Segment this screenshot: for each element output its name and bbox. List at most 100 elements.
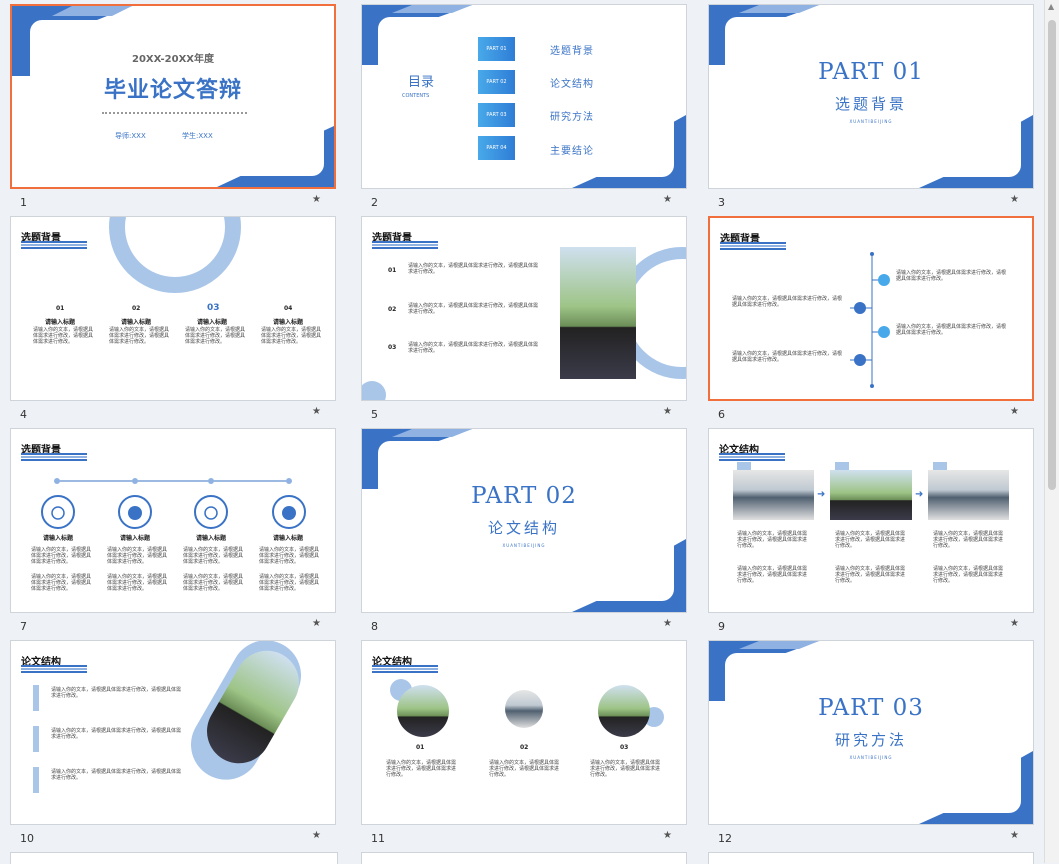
advisor-label: 导师:XXX <box>115 132 146 140</box>
vertical-scrollbar[interactable]: ▲ <box>1044 0 1059 863</box>
row-num-1: 01 <box>388 267 397 274</box>
icon-text-4: 请输入你的文本，请根据具体需求进行修改，请根据具体需求进行修改。 <box>259 547 320 565</box>
slide-canvas[interactable]: PART 03 研究方法 XUANTIBEIJING <box>708 640 1034 825</box>
col-num-1: 01 <box>416 744 425 751</box>
slide-canvas[interactable]: PART 01 选题背景 XUANTIBEIJING <box>708 4 1034 189</box>
star-icon[interactable]: ★ <box>312 406 321 417</box>
toc-part-03: PART 03 <box>478 103 515 127</box>
bullet-text-3: 请输入你的文本，请根据具体需求进行修改，请根据具体需求进行修改。 <box>51 769 182 781</box>
arrow-right-icon: ➜ <box>817 489 826 500</box>
icon-text-3: 请输入你的文本，请根据具体需求进行修改，请根据具体需求进行修改。 <box>183 547 244 565</box>
col-num-3: 03 <box>620 744 629 751</box>
slide-thumbnail-13[interactable] <box>10 852 338 864</box>
slide-thumbnail-6[interactable]: 选题背景 请输入你的文本，请根据具体需求进行修改，请根据具体需求进行修改。 请输… <box>708 216 1036 428</box>
part-subtitle: 选题背景 <box>834 95 907 113</box>
bullet-bar-3 <box>33 767 39 793</box>
col-num-2: 02 <box>132 305 141 312</box>
star-icon[interactable]: ★ <box>663 406 672 417</box>
step-text-3: 请输入你的文本，请根据具体需求进行修改，请根据具体需求进行修改。 <box>933 531 1004 549</box>
step-text-1: 请输入你的文本，请根据具体需求进行修改，请根据具体需求进行修改。 <box>737 531 808 549</box>
slide-canvas[interactable]: 选题背景 01 02 03 请输入你的文本，请根据具体需求进行修改，请根据具体需… <box>361 216 687 401</box>
slide-canvas[interactable]: 目录 CONTENTS PART 01 选题背景 PART 02 论文结构 PA… <box>361 4 687 189</box>
part-title: PART 03 <box>818 695 924 721</box>
slide-canvas[interactable]: 论文结构 请输入你的文本，请根据具体需求进行修改，请根据具体需求进行修改。 请输… <box>10 640 336 825</box>
slide-canvas[interactable]: 选题背景 请输入你的文本，请根据具体需求进行修改，请根据具体需求进行修改。 请输… <box>708 216 1034 401</box>
step-text-4: 请输入你的文本，请根据具体需求进行修改，请根据具体需求进行修改。 <box>737 566 808 584</box>
meeting-photo-1 <box>733 470 814 520</box>
slide-thumbnail-5[interactable]: 选题背景 01 02 03 请输入你的文本，请根据具体需求进行修改，请根据具体需… <box>361 216 689 428</box>
star-icon[interactable]: ★ <box>663 830 672 841</box>
star-icon[interactable]: ★ <box>663 618 672 629</box>
slide-number: 12 <box>718 832 732 845</box>
slide-number: 10 <box>20 832 34 845</box>
slide-thumbnail-12[interactable]: PART 03 研究方法 XUANTIBEIJING 12 ★ <box>708 640 1036 852</box>
row-num-3: 03 <box>388 344 397 351</box>
star-icon[interactable]: ★ <box>1010 830 1019 841</box>
col-text-1: 请输入你的文本，请根据具体需求进行修改，请根据具体需求进行修改。 <box>33 327 94 345</box>
slide-number: 8 <box>371 620 378 633</box>
step-text-5: 请输入你的文本，请根据具体需求进行修改，请根据具体需求进行修改。 <box>835 566 906 584</box>
part-title: PART 01 <box>818 59 924 85</box>
row-text-1: 请输入你的文本，请根据具体需求进行修改，请根据具体需求进行修改。 <box>408 263 539 275</box>
star-icon[interactable]: ★ <box>312 830 321 841</box>
star-icon[interactable]: ★ <box>663 194 672 205</box>
timeline-text-4: 请输入你的文本，请根据具体需求进行修改，请根据具体需求进行修改。 <box>732 351 843 363</box>
slide-number: 3 <box>718 196 725 209</box>
student-label: 学生:XXX <box>182 132 213 140</box>
star-icon[interactable]: ★ <box>1010 618 1019 629</box>
toc-title: 目录 <box>408 75 435 90</box>
star-icon[interactable]: ★ <box>312 194 321 205</box>
section-underline <box>719 453 785 461</box>
bullet-text-1: 请输入你的文本，请根据具体需求进行修改，请根据具体需求进行修改。 <box>51 687 182 699</box>
star-icon[interactable]: ★ <box>1010 406 1019 417</box>
slide-number: 1 <box>20 196 27 209</box>
graduates-photo <box>560 247 636 379</box>
bullet-bar-2 <box>33 726 39 752</box>
slide-canvas[interactable]: 论文结构 ➜ ➜ 请输入你的文本，请根据具体需求进行修改，请根据具体需求进行修改… <box>708 428 1034 613</box>
slide-canvas[interactable]: 选题背景 请输入标题 请输入标题 请输入标题 请输入标题 请输入你的文本，请根据… <box>10 428 336 613</box>
scrollbar-thumb[interactable] <box>1048 20 1056 490</box>
part-pinyin: XUANTIBEIJING <box>849 119 893 124</box>
col-text-2: 请输入你的文本，请根据具体需求进行修改，请根据具体需求进行修改。 <box>489 760 560 778</box>
slide-thumbnail-8[interactable]: PART 02 论文结构 XUANTIBEIJING 8 ★ <box>361 428 689 640</box>
slide-title: 毕业论文答辩 <box>103 78 242 103</box>
toc-item-2: 论文结构 <box>550 79 594 90</box>
half-ring <box>109 217 241 293</box>
toc-part-02: PART 02 <box>478 70 515 94</box>
graduates-photo <box>830 470 912 520</box>
icon-text-5: 请输入你的文本，请根据具体需求进行修改，请根据具体需求进行修改。 <box>31 574 92 592</box>
arrow-right-icon: ➜ <box>915 489 924 500</box>
col-num-4: 04 <box>284 305 293 312</box>
slide-thumbnail-3[interactable]: PART 01 选题背景 XUANTIBEIJING 3 ★ <box>708 4 1036 216</box>
circle-photo-2 <box>505 690 543 728</box>
slide-sorter-grid: 20XX-20XX年度 毕业论文答辩 导师:XXX 学生:XXX 1 ★ 目录 … <box>0 0 1045 864</box>
toc-item-3: 研究方法 <box>550 112 594 123</box>
star-icon[interactable]: ★ <box>1010 194 1019 205</box>
slide-thumbnail-14[interactable] <box>361 852 687 864</box>
slide-thumbnail-11[interactable]: 论文结构 01 02 03 请输入你的文本，请根据具体需求进行修改，请根据具体需… <box>361 640 689 852</box>
slide-thumbnail-4[interactable]: 选题背景 01 02 03 04 请输入标题 请输入标题 请输入标题 请输入标题… <box>10 216 338 428</box>
slide-canvas[interactable]: 20XX-20XX年度 毕业论文答辩 导师:XXX 学生:XXX <box>10 4 336 189</box>
slide-thumbnail-1[interactable]: 20XX-20XX年度 毕业论文答辩 导师:XXX 学生:XXX 1 ★ <box>10 4 338 216</box>
slide-thumbnail-15[interactable] <box>708 852 1034 864</box>
star-icon[interactable]: ★ <box>312 618 321 629</box>
icon-label-3: 请输入标题 <box>196 535 227 542</box>
slide-number: 7 <box>20 620 27 633</box>
col-label-2: 请输入标题 <box>121 319 152 326</box>
toc-item-1: 选题背景 <box>550 46 594 57</box>
slide-number: 9 <box>718 620 725 633</box>
slide-thumbnail-10[interactable]: 论文结构 请输入你的文本，请根据具体需求进行修改，请根据具体需求进行修改。 请输… <box>10 640 338 852</box>
meeting-photo-2 <box>928 470 1009 520</box>
slide-canvas[interactable]: 选题背景 01 02 03 04 请输入标题 请输入标题 请输入标题 请输入标题… <box>10 216 336 401</box>
slide-thumbnail-2[interactable]: 目录 CONTENTS PART 01 选题背景 PART 02 论文结构 PA… <box>361 4 689 216</box>
slide-canvas[interactable]: 论文结构 01 02 03 请输入你的文本，请根据具体需求进行修改，请根据具体需… <box>361 640 687 825</box>
col-text-2: 请输入你的文本，请根据具体需求进行修改，请根据具体需求进行修改。 <box>109 327 170 345</box>
timeline-text-2: 请输入你的文本，请根据具体需求进行修改，请根据具体需求进行修改。 <box>896 324 1007 336</box>
scroll-up-icon[interactable]: ▲ <box>1048 2 1054 11</box>
toc-part-01: PART 01 <box>478 37 515 61</box>
slide-number: 11 <box>371 832 385 845</box>
slide-thumbnail-7[interactable]: 选题背景 请输入标题 请输入标题 请输入标题 请输入标题 请输入你的文本，请根据… <box>10 428 338 640</box>
slide-thumbnail-9[interactable]: 论文结构 ➜ ➜ 请输入你的文本，请根据具体需求进行修改，请根据具体需求进行修改… <box>708 428 1036 640</box>
slide-canvas[interactable]: PART 02 论文结构 XUANTIBEIJING <box>361 428 687 613</box>
year-label: 20XX-20XX年度 <box>131 54 214 65</box>
